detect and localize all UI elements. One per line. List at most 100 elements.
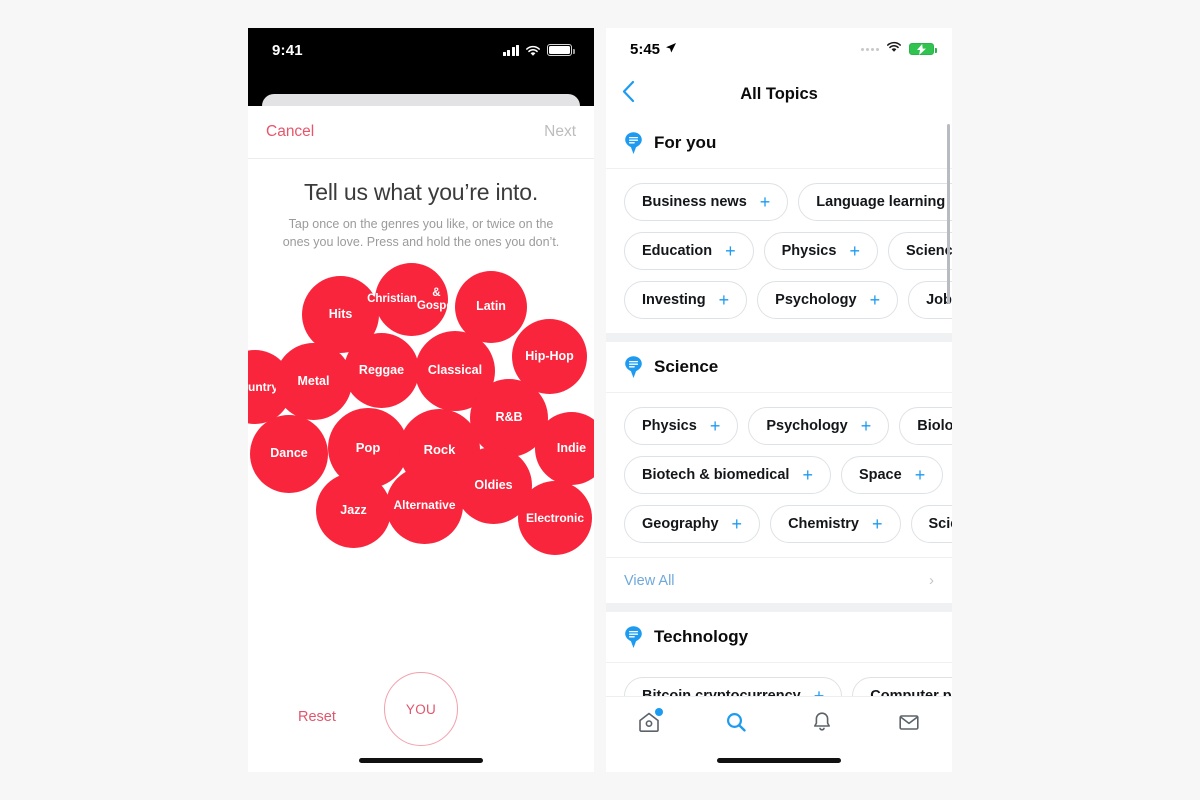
topic-chip[interactable]: Jobs+: [908, 281, 952, 319]
genre-bubble[interactable]: Dance: [250, 415, 328, 494]
topic-chip[interactable]: Chemistry +: [770, 505, 901, 543]
plus-icon[interactable]: +: [719, 291, 730, 309]
topic-section-header: Science: [606, 342, 952, 393]
plus-icon[interactable]: +: [732, 515, 743, 533]
signal-bars-icon: [502, 44, 519, 56]
topic-chip-label: Business news: [642, 194, 747, 210]
reset-button[interactable]: Reset: [298, 709, 336, 725]
status-time-text: 5:45: [630, 40, 661, 58]
genre-bubble-label: Reggae: [358, 362, 405, 377]
topic-section: Technology Bitcoin cryptocurrency + Compute…: [606, 612, 952, 696]
status-indicators-right: [861, 40, 937, 58]
topic-chip[interactable]: Science+: [887, 232, 952, 270]
next-button[interactable]: Next: [544, 123, 576, 141]
topic-chip-label: Science: [905, 243, 952, 259]
genre-bubble[interactable]: Christian & Gospel: [367, 263, 456, 337]
topic-chip[interactable]: Geography +: [624, 505, 761, 543]
genre-bubble-label: Oldies: [474, 477, 513, 492]
topic-chip[interactable]: Physics +: [763, 232, 878, 270]
genre-bubble[interactable]: Electronic: [518, 481, 592, 556]
genre-bubble-label: Hip-Hop: [525, 348, 574, 363]
plus-icon[interactable]: +: [802, 466, 813, 484]
plus-icon[interactable]: +: [760, 193, 771, 211]
genre-bubble-label: Indie: [556, 440, 587, 455]
topic-section-header: Technology: [606, 612, 952, 663]
genre-bubble-label: Classical: [427, 363, 483, 378]
topic-chip-label: Geography: [642, 516, 719, 532]
left-status-bar: 9:41: [248, 28, 594, 72]
screenshot-canvas: 9:41 Cancel Next Tell us what you’re int…: [0, 0, 1200, 800]
plus-icon[interactable]: +: [870, 291, 881, 309]
topic-section: Science Physics + Psychology + Biology+ Biotec…: [606, 342, 952, 603]
wifi-icon: [525, 44, 541, 56]
bell-icon: [809, 710, 835, 739]
genre-bubble-label: Dance: [270, 446, 308, 461]
topic-chip-row: Physics + Psychology + Biology+: [624, 407, 952, 445]
cancel-button[interactable]: Cancel: [266, 123, 314, 141]
topic-chip-label: Computer programming: [870, 688, 952, 696]
topic-chip[interactable]: Biology+: [899, 407, 952, 445]
plus-icon[interactable]: +: [849, 242, 860, 260]
plus-icon[interactable]: +: [814, 687, 825, 696]
topic-chip[interactable]: Business news +: [624, 183, 789, 221]
genre-bubble-label: Alternative: [393, 498, 456, 513]
plus-icon[interactable]: +: [872, 515, 883, 533]
status-time-right: 5:45: [630, 41, 677, 58]
topic-chip-row: Biotech & biomedical + Space +: [624, 456, 952, 494]
topic-chip-label: Space: [858, 467, 902, 483]
search-icon: [723, 710, 749, 739]
topic-chip[interactable]: Bitcoin cryptocurrency +: [624, 677, 843, 696]
mail-icon: [896, 710, 922, 739]
plus-icon[interactable]: +: [915, 466, 926, 484]
genre-bubble[interactable]: Alternative: [386, 467, 463, 545]
left-bottom-bar: Reset YOU: [248, 654, 594, 772]
topic-chip[interactable]: Psychology +: [757, 281, 899, 319]
tab-notifications[interactable]: [779, 710, 866, 739]
tab-search[interactable]: [693, 710, 780, 739]
topic-chip[interactable]: Language learning+: [798, 183, 952, 221]
chevron-left-icon[interactable]: [622, 80, 635, 108]
home-indicator: [359, 758, 483, 763]
genre-bubble[interactable]: Jazz: [316, 473, 391, 549]
genre-bubble-label: & Gospel: [416, 287, 456, 312]
view-all-row[interactable]: View All ›: [606, 557, 952, 603]
right-nav-bar: All Topics: [606, 70, 952, 118]
topic-chip[interactable]: Science+: [910, 505, 953, 543]
battery-icon: [547, 44, 575, 56]
genre-bubble-label: Country: [248, 379, 278, 394]
vertical-scrollbar[interactable]: [947, 124, 950, 304]
topic-chip[interactable]: Education +: [624, 232, 754, 270]
wifi-icon: [886, 40, 902, 58]
topics-scroll-area[interactable]: For youBusiness news+Language learning+E…: [606, 118, 952, 696]
topic-chip-label: Language learning: [816, 194, 946, 210]
topic-chip[interactable]: Physics +: [624, 407, 739, 445]
topic-chip[interactable]: Space +: [840, 456, 944, 494]
topic-chip[interactable]: Investing +: [624, 281, 748, 319]
plus-icon[interactable]: +: [710, 417, 721, 435]
genre-bubble[interactable]: Metal: [275, 343, 352, 421]
genre-bubble-label: Metal: [297, 373, 330, 388]
topic-chip-label: Physics: [642, 418, 697, 434]
tab-messages[interactable]: [866, 710, 953, 739]
page-title: Tell us what you’re into.: [303, 179, 539, 205]
plus-icon[interactable]: +: [725, 242, 736, 260]
topic-chip[interactable]: Psychology +: [748, 407, 890, 445]
topic-chip-label: Science: [928, 516, 953, 532]
genre-bubble-label: R&B: [495, 410, 523, 425]
plus-icon[interactable]: +: [861, 417, 872, 435]
topic-chip-label: Psychology: [766, 418, 848, 434]
topic-pin-icon: [624, 625, 643, 649]
topic-chip[interactable]: Computer programming+: [852, 677, 952, 696]
genre-bubble-label: Pop: [355, 440, 381, 456]
location-arrow-icon: [665, 41, 677, 58]
topic-section-header: For you: [606, 118, 952, 169]
tab-home[interactable]: [606, 708, 693, 739]
topic-section-title: Science: [654, 357, 719, 376]
topic-chip[interactable]: Biotech & biomedical +: [624, 456, 831, 494]
right-phone-screen: 5:45 All Topics For you Business news + …: [606, 28, 952, 772]
genre-bubble[interactable]: Indie: [535, 412, 594, 486]
genre-bubble[interactable]: Reggae: [344, 333, 419, 409]
topic-chip-row: Business news + Language learning+: [624, 183, 952, 221]
left-phone-screen: 9:41 Cancel Next Tell us what you’re int…: [248, 28, 594, 772]
you-button[interactable]: YOU: [384, 672, 458, 746]
